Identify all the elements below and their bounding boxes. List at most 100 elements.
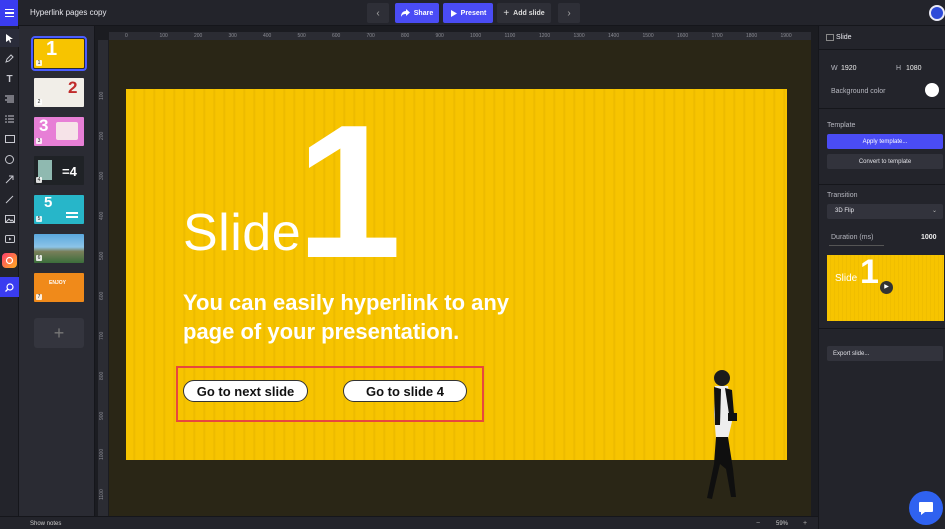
play-icon [450,9,457,17]
slide-thumbnail-2[interactable]: 2 2 [34,78,84,107]
transition-select[interactable]: 3D Flip ⌄ [827,204,943,219]
add-slide-plus-button[interactable]: + [34,318,84,348]
ruler-tick-label: 0 [125,33,128,39]
add-slide-button[interactable]: + Add slide [497,3,551,23]
ruler-tick-label: 200 [194,33,203,39]
panel-title: Slide [836,34,852,41]
go-to-slide-4-button[interactable]: Go to slide 4 [343,380,467,402]
vertical-ruler: 100 200 300 400 500 600 700 800 900 1000 1100 [98,40,108,516]
text-icon[interactable]: T [0,70,19,88]
thumb-number: 4 [36,177,42,183]
hamburger-menu-icon[interactable] [0,0,18,26]
horizontal-ruler: 0 100 200 300 400 500 600 700 800 900 1000 1100 1200… [109,32,811,40]
slide-canvas[interactable]: Slide 1 You can easily hyperlink to any … [126,89,787,499]
ruler-tick-label: 600 [99,291,105,300]
transition-preview[interactable]: Slide 1 ▶ [827,255,944,321]
rectangle-icon[interactable] [0,130,19,148]
show-notes-button[interactable]: Show notes [30,521,61,527]
go-to-next-slide-button[interactable]: Go to next slide [183,380,308,402]
zoom-out-button[interactable]: − [756,520,760,527]
chat-icon[interactable] [909,491,943,525]
slide-thumbnail-7[interactable]: ENJOY 7 [34,273,84,302]
slide-thumbnail-3[interactable]: 3 3 [34,117,84,146]
apply-template-button[interactable]: Apply template... [827,134,943,149]
document-title[interactable]: Hyperlink pages copy [30,8,106,17]
top-bar: Hyperlink pages copy ‹ Share Present + A… [0,0,945,26]
thumb-number: 7 [36,294,42,300]
arrow-icon[interactable] [0,170,19,188]
thumb-title: =4 [62,164,77,179]
background-color-swatch[interactable] [925,83,939,97]
thumb-title: ENJOY [49,280,66,286]
slide-thumbnail-6[interactable]: 6 [34,234,84,263]
slide-list: 1 1 2 2 3 3 =4 4 5 5 6 ENJOY 7 + [19,26,95,516]
ruler-tick-label: 300 [228,33,237,39]
slide-word[interactable]: Slide [183,203,301,263]
app-root: Hyperlink pages copy ‹ Share Present + A… [0,0,945,529]
thumb-number: 6 [36,255,42,261]
thumb-number: 5 [36,216,42,222]
transition-value: 3D Flip [835,208,855,214]
ruler-tick-label: 500 [99,251,105,260]
slide-thumbnail-4[interactable]: =4 4 [34,156,84,185]
thumb-title: 2 [68,78,78,97]
slide-size-section: W 1920 H 1080 Background color [819,50,945,109]
ruler-tick-label: 700 [99,331,105,340]
pen-icon[interactable] [0,49,19,67]
thumb-number: 2 [36,99,42,105]
slide-number[interactable]: 1 [296,97,402,287]
ruler-tick-label: 100 [99,91,105,100]
prev-slide-button[interactable]: ‹ [367,3,389,23]
present-button[interactable]: Present [443,3,493,23]
height-label: H [896,65,902,72]
duration-value[interactable]: 1000 [921,234,937,241]
chevron-down-icon: ⌄ [931,208,937,214]
thumb-number: 3 [36,138,42,144]
search-icon[interactable] [0,277,19,297]
width-value[interactable]: 1920 [841,65,857,72]
ruler-tick-label: 900 [99,411,105,420]
circle-icon[interactable] [0,150,19,168]
ruler-tick-label: 1100 [504,33,516,39]
play-icon[interactable]: ▶ [880,281,893,294]
slide-icon [826,34,834,41]
ruler-tick-label: 800 [99,371,105,380]
next-slide-button[interactable]: › [558,3,580,23]
tool-bar: T [0,26,19,529]
ruler-tick-label: 800 [401,33,410,39]
ruler-tick-label: 1700 [711,33,723,39]
ruler-tick-label: 400 [99,211,105,220]
template-section: Template Apply template... Convert to te… [819,109,945,185]
convert-to-template-button[interactable]: Convert to template [827,154,943,169]
ruler-tick-label: 500 [297,33,306,39]
user-avatar[interactable] [929,5,945,21]
list-icon[interactable] [0,110,19,128]
ruler-tick-label: 1000 [99,448,105,460]
zoom-level: 59% [776,521,789,527]
export-slide-button[interactable]: Export slide... [827,346,943,361]
share-button[interactable]: Share [395,3,439,23]
video-icon[interactable] [0,230,19,248]
slide-thumbnail-5[interactable]: 5 5 [34,195,84,224]
properties-panel: Slide W 1920 H 1080 Background color Tem… [818,26,945,529]
preview-word: Slide [835,273,858,284]
zoom-in-button[interactable]: + [803,520,807,527]
pointer-icon[interactable] [0,29,19,47]
line-icon[interactable] [0,190,19,208]
ruler-tick-label: 400 [263,33,272,39]
transition-label: Transition [827,192,858,199]
ruler-tick-label: 200 [99,131,105,140]
ruler-tick-label: 1100 [99,489,105,500]
ruler-tick-label: 700 [366,33,375,39]
slide-subtitle[interactable]: You can easily hyperlink to any page of … [183,288,563,346]
align-icon[interactable] [0,90,19,108]
width-label: W [831,65,838,72]
slide-thumbnail-1[interactable]: 1 1 [31,36,87,71]
template-label: Template [827,122,856,129]
thumb-title: 3 [39,117,49,135]
image-icon[interactable] [0,210,19,228]
height-value[interactable]: 1080 [906,65,922,72]
brand-icon[interactable] [2,253,17,268]
ruler-tick-label: 1200 [539,33,551,39]
thumb-title: 1 [46,39,58,60]
